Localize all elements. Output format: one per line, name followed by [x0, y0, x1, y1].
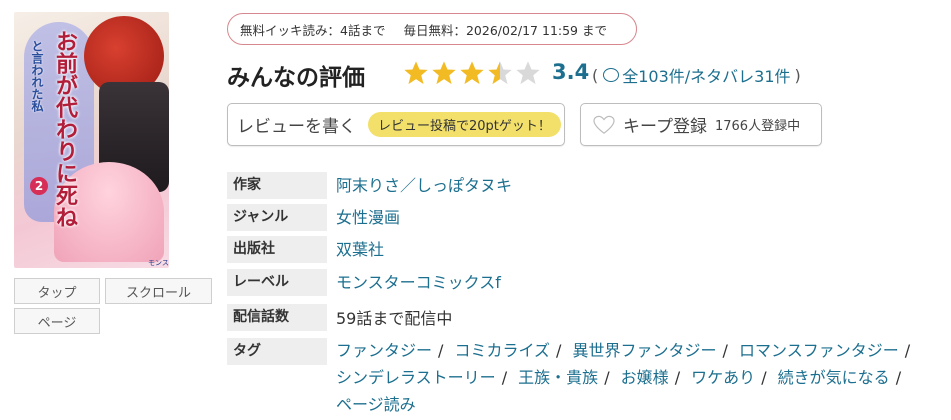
tag-separator: /: [761, 368, 767, 387]
tag-item[interactable]: 王族・貴族: [518, 368, 598, 387]
tag-list: ファンタジー / コミカライズ / 異世界ファンタジー / ロマンスファンタジー / シ…: [336, 337, 936, 418]
tag-item[interactable]: ファンタジー: [336, 341, 432, 360]
free-read-text: 無料イッキ読み：4話まで: [240, 22, 386, 38]
rating-stars: [402, 59, 542, 87]
comment-icon: [603, 68, 620, 82]
close-paren: ): [794, 65, 801, 85]
half-star-icon: [488, 61, 512, 85]
viewer-scroll-button[interactable]: スクロール: [105, 278, 212, 304]
tag-separator: /: [501, 368, 508, 387]
tag-separator: /: [674, 368, 681, 387]
tag-item[interactable]: シンデレラストーリー: [336, 368, 496, 387]
cover-volume-badge: 2: [30, 177, 48, 195]
viewer-tap-button[interactable]: タップ: [14, 278, 100, 304]
tag-item[interactable]: 続きが気になる: [778, 368, 890, 387]
episodes-value: 59話まで配信中: [336, 309, 453, 328]
write-review-label: レビューを書く: [237, 117, 356, 137]
tag-separator: /: [604, 368, 610, 387]
tag-separator: /: [904, 341, 911, 360]
tag-item[interactable]: 異世界ファンタジー: [573, 341, 717, 360]
daily-free-text: 毎日無料：2026/02/17 11:59 まで: [403, 22, 607, 38]
cover-publisher-logo: モンスター: [148, 259, 169, 267]
tag-item[interactable]: ワケあり: [691, 368, 755, 387]
genre-label: ジャンル: [227, 204, 327, 231]
cover-subtitle: と言われた私: [30, 40, 44, 112]
heart-icon: [593, 115, 615, 134]
keep-register-label: キープ登録: [623, 117, 707, 137]
tag-item[interactable]: ページ読み: [336, 395, 416, 414]
tags-label: タグ: [227, 338, 327, 365]
author-value[interactable]: 阿末りさ／しっぽタヌキ: [336, 172, 512, 196]
tag-item[interactable]: ロマンスファンタジー: [739, 341, 899, 360]
cover-title: お前が代わりに死ね: [52, 30, 77, 228]
publisher-label: 出版社: [227, 236, 327, 263]
episodes-label: 配信話数: [227, 304, 327, 331]
rating-score: 3.4: [552, 60, 590, 84]
review-counts-text[interactable]: 全103件/ネタバレ31件: [622, 63, 790, 87]
tag-separator: /: [438, 341, 444, 360]
label-value[interactable]: モンスターコミックスf: [336, 269, 501, 293]
empty-star-icon: [516, 61, 540, 85]
write-review-button[interactable]: レビューを書く レビュー投稿で20ptゲット！: [227, 103, 565, 146]
tag-separator: /: [556, 341, 562, 360]
tag-separator: /: [895, 368, 902, 387]
keep-register-button[interactable]: キープ登録 1766人登録中: [580, 103, 822, 146]
tag-item[interactable]: お嬢様: [621, 368, 669, 387]
publisher-value[interactable]: 双葉社: [336, 236, 384, 260]
label-label: レーベル: [227, 269, 327, 296]
review-counts[interactable]: ( 全103件/ネタバレ31件 ): [592, 63, 801, 87]
rating-title: みんなの評価: [227, 65, 365, 91]
star-icon: [432, 61, 456, 85]
tag-separator: /: [722, 341, 728, 360]
free-reading-banner: 無料イッキ読み：4話まで 毎日無料：2026/02/17 11:59 まで: [227, 13, 637, 45]
open-paren: (: [592, 65, 599, 85]
review-points-badge: レビュー投稿で20ptゲット！: [368, 112, 561, 137]
keep-count: 1766人登録中: [714, 119, 801, 134]
star-icon: [404, 61, 428, 85]
cover-image[interactable]: お前が代わりに死ね と言われた私 2 モンスター: [14, 12, 169, 268]
author-label: 作家: [227, 172, 327, 199]
genre-value[interactable]: 女性漫画: [336, 204, 400, 228]
star-icon: [460, 61, 484, 85]
viewer-page-button[interactable]: ページ: [14, 308, 100, 334]
tag-item[interactable]: コミカライズ: [455, 341, 551, 360]
